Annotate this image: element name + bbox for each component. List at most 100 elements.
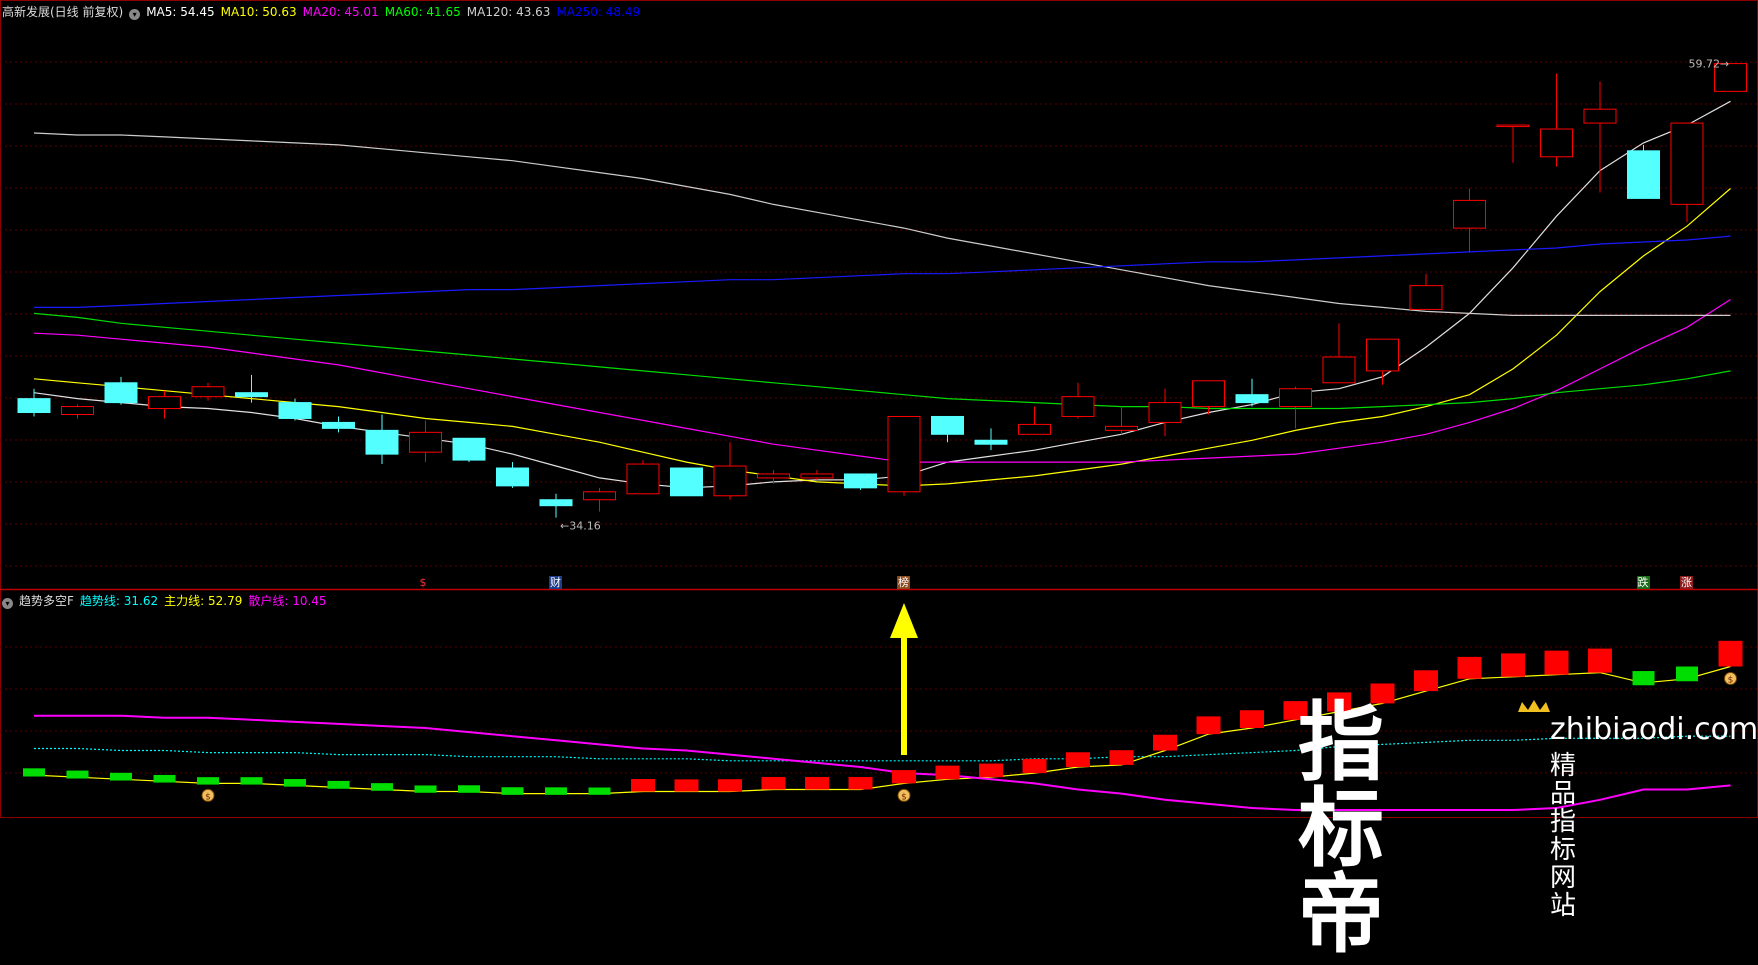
candle-up <box>148 396 181 410</box>
candle-down <box>278 402 312 419</box>
trend-bar-up <box>1196 716 1221 735</box>
ma-line-ma10 <box>33 188 1731 487</box>
ma-line-ma5 <box>33 100 1731 489</box>
kline-chart[interactable]: 59.72→ ←34.16 $ $ $ <box>0 0 1758 818</box>
candle-down <box>974 439 1008 445</box>
trend-bar-up <box>1501 653 1525 677</box>
watermark-tagline: 精品指标网站 <box>1550 751 1582 921</box>
candle-up <box>1540 128 1573 158</box>
candle-up <box>713 465 747 497</box>
candle-up <box>1583 108 1617 124</box>
candle-down <box>539 499 573 507</box>
ma-label-0: MA5: 54.45 <box>146 5 215 19</box>
ma-line-ma60 <box>33 312 1731 410</box>
chevron-down-icon[interactable]: ▾ <box>129 9 141 20</box>
watermark-brand: 指标帝 <box>1298 693 1384 965</box>
candle-up <box>1061 396 1095 417</box>
trend-label-2: 散户线: 10.45 <box>248 594 327 608</box>
candle-up <box>757 473 790 479</box>
candle-down <box>931 415 964 435</box>
trend-bar-up <box>1109 750 1134 765</box>
trend-bar-up <box>979 763 1003 778</box>
trend-label-0: 趋势线: 31.62 <box>79 594 159 608</box>
candle-up <box>887 415 921 493</box>
trend-bar-down <box>327 780 350 789</box>
ma-line-ma20 <box>33 298 1731 463</box>
candle-up <box>1322 356 1356 384</box>
candle-up <box>1366 338 1399 372</box>
candle-up <box>1670 122 1704 205</box>
trend-bar-down <box>371 783 393 791</box>
trend-bar-down <box>414 785 437 793</box>
outer-frame <box>0 0 1758 818</box>
ma-label-2: MA20: 45.01 <box>302 5 379 19</box>
event-marker[interactable]: 涨 <box>1680 576 1693 589</box>
trend-bar-up <box>1457 656 1482 679</box>
money-bag-symbol: $ <box>901 792 907 802</box>
sub-chart-title: 趋势多空F <box>19 594 74 608</box>
sub-header: ▾ 趋势多空F 趋势线: 31.62 主力线: 52.79 散户线: 10.45 <box>2 592 339 609</box>
trend-bar-up <box>674 779 699 792</box>
trend-line-2 <box>34 714 1731 811</box>
candle-down <box>17 398 51 414</box>
trend-indicators: 趋势线: 31.62 主力线: 52.79 散户线: 10.45 <box>80 594 333 608</box>
ma-indicators: MA5: 54.45 MA10: 50.63 MA20: 45.01 MA60: 41… <box>146 5 646 19</box>
candle-down <box>844 473 877 489</box>
candle-up <box>1279 388 1312 408</box>
chevron-down-icon[interactable]: ▾ <box>2 598 13 609</box>
trend-bar-up <box>1718 640 1743 667</box>
candle-down <box>670 467 703 497</box>
trend-bar-down <box>66 770 89 779</box>
candle-up <box>191 386 225 398</box>
event-marker[interactable]: 榜 <box>897 576 910 589</box>
candle-up <box>61 406 94 415</box>
candle-up <box>1453 199 1486 229</box>
candle-down <box>496 467 529 487</box>
low-price-label: ←34.16 <box>560 520 601 533</box>
candle-down <box>322 421 355 429</box>
trend-bar-down <box>458 785 480 793</box>
candle-up <box>1496 124 1530 128</box>
trend-bar-up <box>1414 670 1438 692</box>
candle-down <box>452 437 486 461</box>
trend-bar-down <box>501 787 524 795</box>
candle-down <box>235 392 268 398</box>
trend-bar-down <box>1632 671 1655 686</box>
ma-label-4: MA120: 43.63 <box>466 5 551 19</box>
event-marker[interactable]: 跌 <box>1636 576 1650 589</box>
trend-bar-up <box>1066 752 1090 767</box>
event-marker[interactable]: $ <box>419 576 428 589</box>
trend-bar-down <box>545 787 567 795</box>
candle-up <box>583 491 616 501</box>
chart-stage: 59.72→ ←34.16 $ $ $ 高新发展(日线 前复权) ▾ MA5: 54.45 M… <box>0 0 1758 958</box>
trend-bar-up <box>1544 650 1569 675</box>
trend-bar-up <box>761 776 786 790</box>
trend-line-0 <box>34 735 1731 762</box>
trend-bar-down <box>153 774 176 783</box>
trend-bar-up <box>1240 710 1264 728</box>
main-header: 高新发展(日线 前复权) ▾ MA5: 54.45 MA10: 50.63 MA20: … <box>2 3 652 20</box>
trend-bar-down <box>284 779 306 787</box>
candle-up <box>1105 425 1138 431</box>
ma-label-1: MA10: 50.63 <box>220 5 297 19</box>
trend-bar-down <box>197 777 219 785</box>
money-bag-symbol: $ <box>205 792 211 802</box>
candle-up <box>409 431 442 453</box>
trend-bar-up <box>718 779 742 792</box>
trend-bar-up <box>848 776 873 790</box>
candle-down <box>104 382 138 404</box>
candle-up <box>1148 402 1182 423</box>
arrow-head-icon <box>890 603 918 638</box>
trend-bar-up <box>1153 734 1177 751</box>
candle-down <box>1235 394 1269 404</box>
trend-bar-down <box>240 777 263 785</box>
ma-label-3: MA60: 41.65 <box>384 5 461 19</box>
trend-bar-up <box>1588 648 1612 673</box>
main-chart-title: 高新发展(日线 前复权) <box>2 5 124 19</box>
money-bag-symbol: $ <box>1728 676 1734 686</box>
event-marker[interactable]: 财 <box>549 576 562 589</box>
candle-up <box>1018 423 1051 435</box>
trend-line-1 <box>33 665 1731 795</box>
trend-label-1: 主力线: 52.79 <box>164 594 243 608</box>
crown-icon <box>1518 700 1550 712</box>
